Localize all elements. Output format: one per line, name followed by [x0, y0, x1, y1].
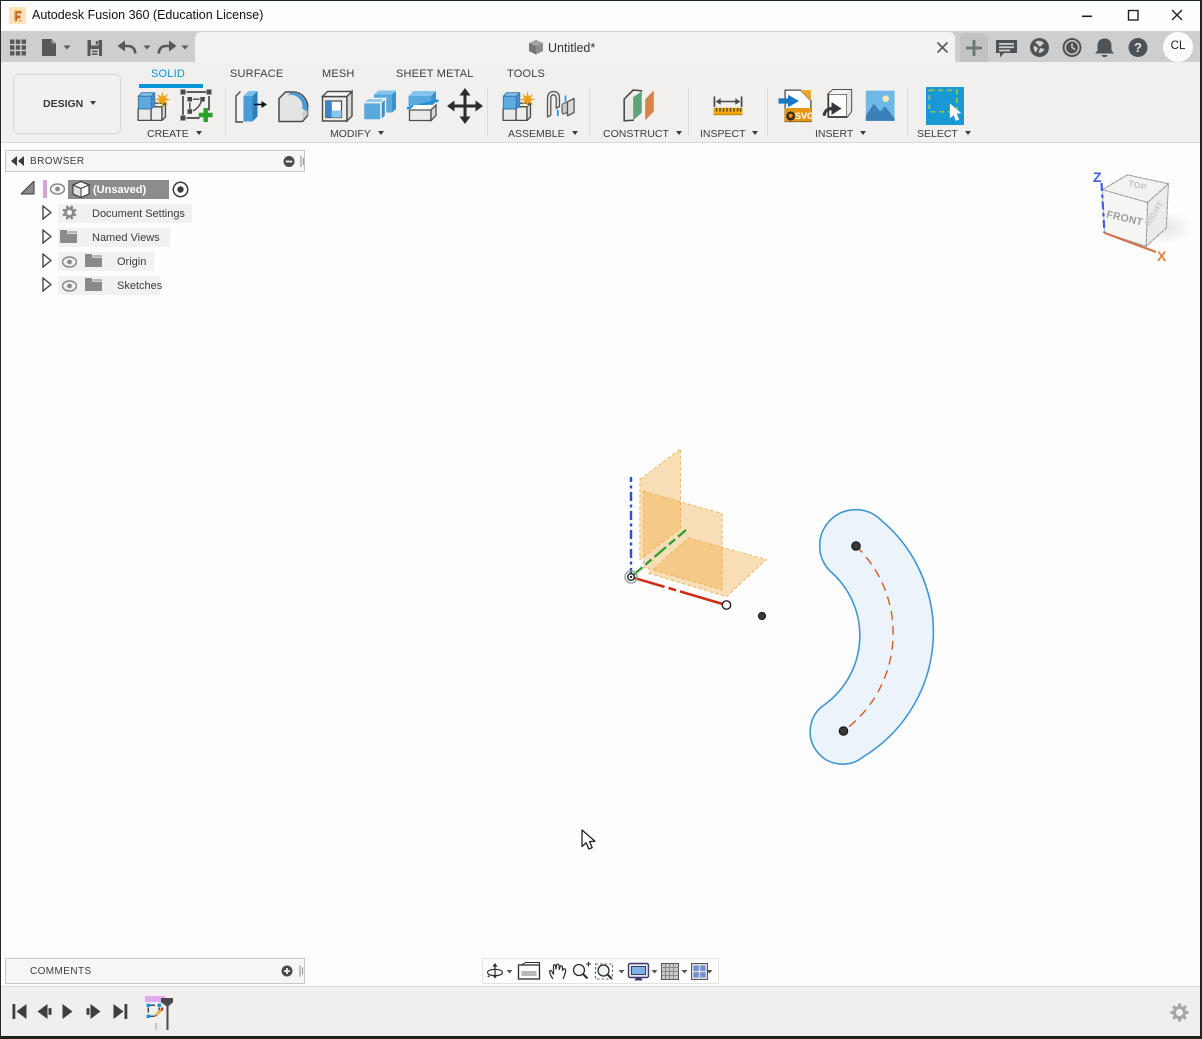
svg-text:?: ?: [1134, 40, 1142, 55]
svg-text:Z: Z: [1093, 169, 1102, 185]
svg-text:SVG: SVG: [795, 111, 812, 122]
svg-text:X: X: [1157, 248, 1167, 264]
